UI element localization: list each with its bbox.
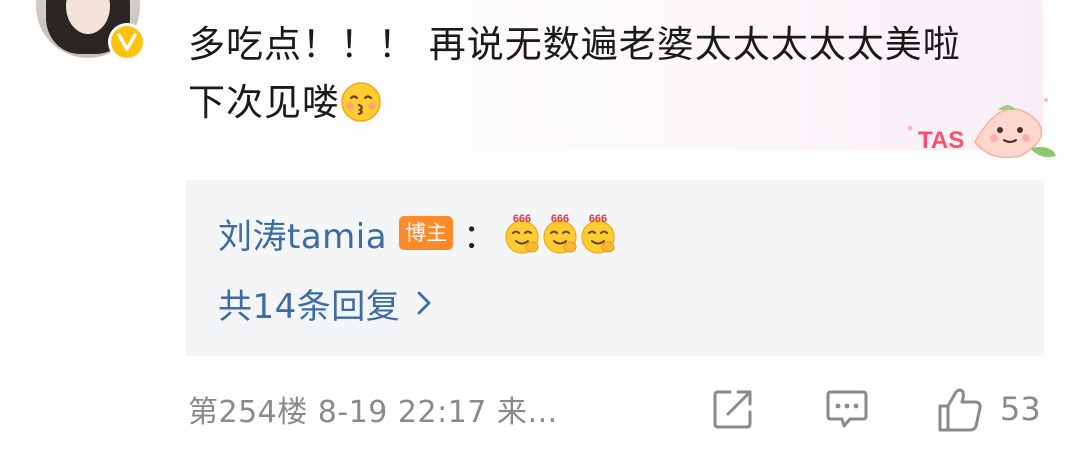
peach-sticker-decoration: TAS	[907, 98, 1056, 159]
666-emoji-icon: 666	[581, 213, 615, 254]
reply-author-link[interactable]: 刘涛tamia	[218, 209, 387, 258]
reply-separator: ：	[463, 216, 498, 257]
share-icon[interactable]	[710, 386, 756, 432]
reply-preview-line: 刘涛tamia 博主 ： 666 666 666	[218, 206, 617, 260]
comment-meta: 第254楼 8-19 22:17 来…	[188, 395, 558, 430]
666-emoji-icon: 666	[505, 213, 539, 254]
view-all-replies-link[interactable]: 共14条回复	[218, 276, 432, 330]
chevron-right-icon	[417, 291, 431, 315]
emoji-666-label: 666	[589, 213, 607, 225]
emoji-666-label: 666	[513, 213, 531, 225]
verified-badge	[108, 23, 146, 61]
666-emoji-icon: 666	[543, 213, 577, 254]
comment-icon[interactable]	[824, 386, 870, 432]
blogger-badge: 博主	[399, 216, 454, 250]
comment-body: 多吃点！！！ 再说无数遍老婆太太太太太美啦 下次见喽	[188, 23, 961, 124]
like-count: 53	[1000, 390, 1041, 428]
like-thumbs-up-icon[interactable]	[936, 386, 984, 434]
verified-v-icon	[111, 26, 143, 58]
view-all-replies-label: 共14条回复	[218, 286, 401, 327]
kiss-face-emoji-icon	[341, 82, 381, 122]
sticker-label: TAS	[918, 127, 964, 154]
emoji-666-label: 666	[551, 213, 569, 225]
